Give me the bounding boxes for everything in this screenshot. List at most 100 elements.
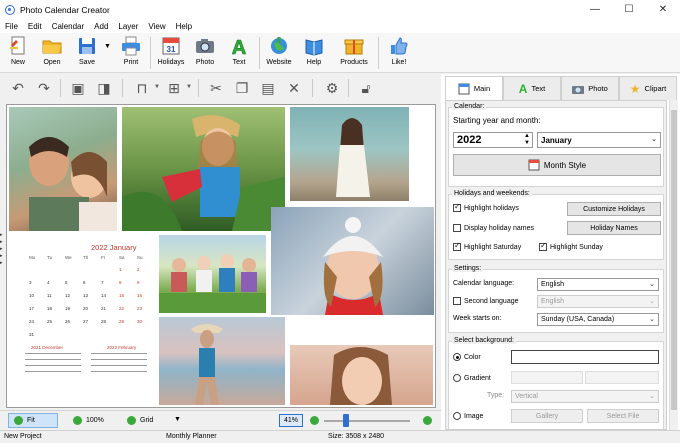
photo-father-daughter[interactable]: [9, 107, 117, 231]
scrollbar-thumb[interactable]: [671, 110, 677, 410]
month-select[interactable]: January ⌄: [537, 132, 661, 148]
products-button[interactable]: Products: [337, 35, 371, 66]
photo-button[interactable]: Photo: [188, 35, 222, 66]
edit-toolbar: ↶ ↷ ▣ ◨ ⊓ ▼ ⊞ ▼ ✂ ❐ ▤ ✕ ⚙ 🔓︎: [0, 74, 440, 102]
year-spinner[interactable]: 2022 ▲ ▼: [453, 132, 533, 148]
menu-file[interactable]: File: [0, 22, 23, 31]
open-button[interactable]: Open: [35, 35, 69, 66]
calendar-day: 12: [65, 293, 71, 298]
help-book-icon: [305, 39, 323, 56]
help-button[interactable]: Help: [297, 35, 331, 66]
second-language-select[interactable]: English ⌄: [537, 295, 659, 308]
layers-icon[interactable]: ⊞: [164, 78, 184, 98]
menu-add[interactable]: Add: [89, 22, 113, 31]
zoom-slider-track[interactable]: [324, 420, 410, 422]
weekday-sa: Sa: [119, 255, 125, 260]
gallery-button[interactable]: Gallery: [511, 409, 583, 423]
grid-dropdown-arrow-icon[interactable]: ▼: [174, 416, 181, 423]
menu-help[interactable]: Help: [171, 22, 197, 31]
calendar-language-select[interactable]: English ⌄: [537, 278, 659, 291]
photo-father-daughter-image: [29, 137, 117, 231]
zoom-slider-thumb[interactable]: [343, 414, 349, 427]
grid-button[interactable]: Grid: [122, 413, 158, 428]
highlight-holidays-checkbox[interactable]: Highlight holidays: [453, 202, 519, 212]
week-starts-label: Week starts on:: [453, 315, 502, 322]
photo-girl-winter-hat[interactable]: [271, 207, 434, 315]
text-button[interactable]: A Text: [222, 35, 256, 66]
month-style-button[interactable]: Month Style: [453, 154, 661, 176]
align-dropdown-arrow-icon[interactable]: ▼: [154, 84, 160, 90]
save-dropdown-arrow-icon[interactable]: ▼: [104, 43, 111, 50]
tab-clipart[interactable]: ★ Clipart: [619, 76, 677, 100]
photo-family-picnic[interactable]: [159, 235, 266, 313]
website-button[interactable]: Website: [262, 35, 296, 66]
undo-icon[interactable]: ↶: [8, 78, 28, 98]
like-button[interactable]: Like!: [382, 35, 416, 66]
menu-view[interactable]: View: [143, 22, 170, 31]
minimize-button[interactable]: —: [578, 0, 612, 19]
background-image-radio[interactable]: Image: [453, 412, 483, 420]
spinner-arrows-icon[interactable]: ▲ ▼: [524, 133, 530, 147]
tab-text[interactable]: A Text: [503, 76, 561, 100]
calendar-page[interactable]: 2022 January Mo Tu We Th Fr Sa Su 123456…: [7, 105, 435, 407]
panel-scrollbar[interactable]: [669, 100, 678, 430]
paste-icon[interactable]: ▤: [258, 78, 278, 98]
photo-smiling-woman[interactable]: [290, 345, 433, 405]
gradient-color-2[interactable]: [585, 371, 659, 384]
cut-icon[interactable]: ✂: [206, 78, 226, 98]
customize-holidays-button[interactable]: Customize Holidays: [567, 202, 661, 216]
text-button-glyph: A: [232, 37, 246, 57]
background-gradient-radio[interactable]: Gradient: [453, 374, 491, 382]
print-button[interactable]: Print: [114, 35, 148, 66]
holidays-button[interactable]: 31 Holidays: [154, 35, 188, 66]
second-language-checkbox[interactable]: Second language: [453, 297, 519, 305]
select-file-button[interactable]: Select File: [587, 409, 659, 423]
background-color-swatch[interactable]: [511, 350, 659, 364]
new-button[interactable]: New: [1, 35, 35, 66]
frame-icon[interactable]: ▣: [68, 78, 88, 98]
photo-girl-gardening[interactable]: [122, 107, 285, 231]
holidays-group-title: Holidays and weekends:: [452, 190, 532, 197]
tab-main[interactable]: Main: [445, 76, 503, 100]
gradient-type-select[interactable]: Vertical ⌄: [511, 390, 659, 403]
redo-icon[interactable]: ↷: [34, 78, 54, 98]
delete-icon[interactable]: ✕: [284, 78, 304, 98]
star-icon: ★: [629, 81, 641, 96]
canvas-edge-handles-icon[interactable]: ▸ ▸ ▸ ▸ ▸: [0, 232, 3, 267]
text-a-icon: A: [231, 37, 246, 57]
layers-dropdown-arrow-icon[interactable]: ▼: [186, 84, 192, 90]
align-icon[interactable]: ⊓: [132, 78, 152, 98]
zoom-100-button[interactable]: 100%: [68, 413, 109, 428]
zoom-in-icon[interactable]: [423, 416, 432, 425]
tab-photo[interactable]: Photo: [561, 76, 619, 100]
crop-icon[interactable]: ◨: [94, 78, 114, 98]
gradient-color-1[interactable]: [511, 371, 583, 384]
calendar-day: 30: [137, 319, 143, 324]
menu-edit[interactable]: Edit: [23, 22, 47, 31]
photo-woman-sea[interactable]: [159, 317, 285, 405]
canvas-area[interactable]: 2022 January Mo Tu We Th Fr Sa Su 123456…: [6, 104, 436, 408]
calendar-group: Calendar: Starting year and month: 2022 …: [448, 103, 664, 187]
close-button[interactable]: ✕: [646, 0, 680, 19]
menu-layer[interactable]: Layer: [113, 22, 143, 31]
highlight-sunday-checkbox[interactable]: Highlight Sunday: [539, 241, 603, 251]
save-button[interactable]: Save: [70, 35, 104, 66]
lock-icon[interactable]: 🔓︎: [356, 78, 376, 98]
holiday-names-button[interactable]: Holiday Names: [567, 221, 661, 235]
zoom-value-field[interactable]: 41%: [279, 414, 303, 427]
background-group: Select background: Color Gradient Type: …: [448, 337, 664, 429]
properties-panel: Main A Text Photo ★ Clipart Calendar: St…: [441, 74, 680, 430]
background-color-radio[interactable]: Color: [453, 353, 481, 361]
display-holiday-names-checkbox[interactable]: Display holiday names: [453, 224, 534, 232]
calendar-grid[interactable]: 2022 January Mo Tu We Th Fr Sa Su 123456…: [21, 243, 151, 383]
menu-calendar[interactable]: Calendar: [47, 22, 89, 31]
settings-icon[interactable]: ⚙: [322, 78, 342, 98]
maximize-button[interactable]: ☐: [612, 0, 646, 19]
holidays-badge: 31: [167, 45, 176, 54]
highlight-saturday-checkbox[interactable]: Highlight Saturday: [453, 241, 521, 251]
photo-woman-beach[interactable]: [290, 107, 409, 201]
fit-button[interactable]: Fit: [8, 413, 58, 428]
week-starts-select[interactable]: Sunday (USA, Canada) ⌄: [537, 313, 659, 326]
copy-icon[interactable]: ❐: [232, 78, 252, 98]
zoom-out-icon[interactable]: [310, 416, 319, 425]
